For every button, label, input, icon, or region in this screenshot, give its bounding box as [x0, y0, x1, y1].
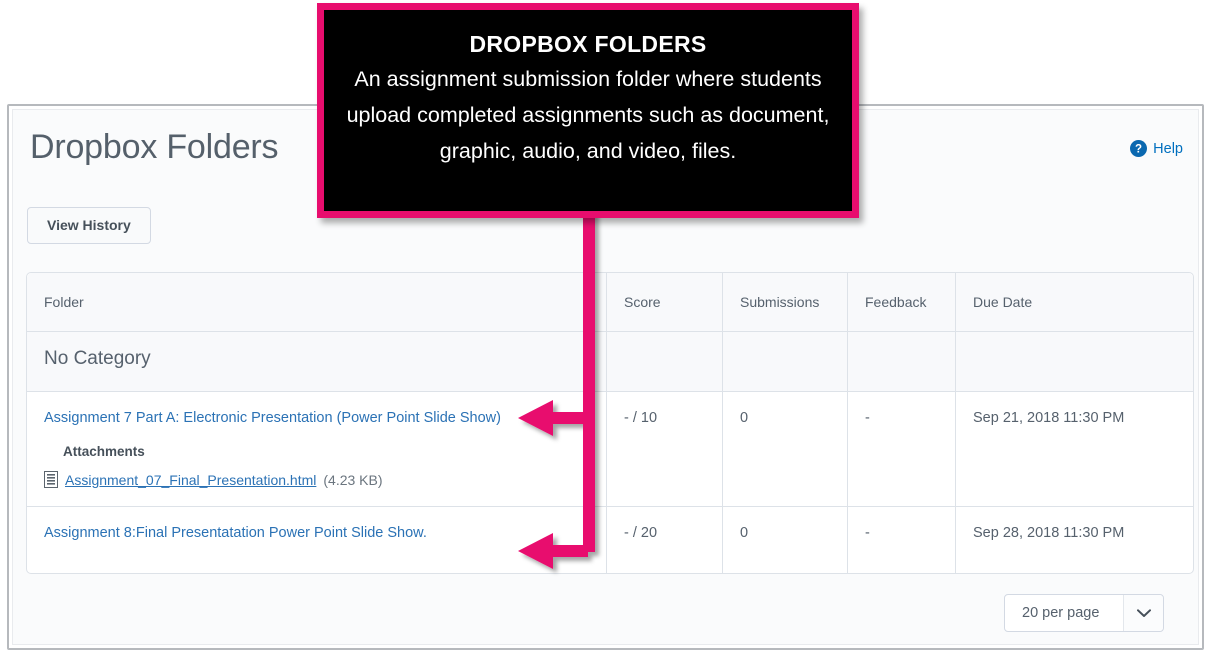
category-empty-score — [606, 332, 722, 392]
attachment-item: Assignment_07_Final_Presentation.html (4… — [44, 471, 606, 488]
table-header: Folder Score Submissions Feedback Due Da… — [27, 273, 1193, 332]
feedback-cell: - — [847, 507, 955, 573]
column-header-feedback[interactable]: Feedback — [847, 273, 955, 332]
feedback-cell: - — [847, 392, 955, 507]
submissions-cell: 0 — [722, 507, 847, 573]
callout-title: DROPBOX FOLDERS — [469, 31, 707, 57]
attachments-label: Attachments — [63, 444, 145, 459]
score-cell: - / 20 — [606, 507, 722, 573]
folder-cell: Assignment 8:Final Presentatation Power … — [27, 507, 606, 573]
svg-text:?: ? — [1135, 144, 1142, 156]
page-title: Dropbox Folders — [30, 128, 279, 166]
per-page-dropdown[interactable]: 20 per page — [1004, 594, 1164, 632]
attachments-block: Attachments Assignment_07_Final_Presenta… — [44, 444, 606, 488]
category-empty-due-date — [955, 332, 1193, 392]
category-empty-feedback — [847, 332, 955, 392]
folder-link[interactable]: Assignment 7 Part A: Electronic Presenta… — [44, 410, 501, 426]
submissions-cell: 0 — [722, 392, 847, 507]
due-date-cell: Sep 21, 2018 11:30 PM — [955, 392, 1193, 507]
dropbox-folders-table: Folder Score Submissions Feedback Due Da… — [26, 272, 1194, 574]
column-header-score[interactable]: Score — [606, 273, 722, 332]
table-row: Assignment 8:Final Presentatation Power … — [27, 507, 1193, 573]
folder-cell: Assignment 7 Part A: Electronic Presenta… — [27, 392, 606, 507]
due-date-cell: Sep 28, 2018 11:30 PM — [955, 507, 1193, 573]
category-label: No Category — [27, 332, 606, 392]
help-link[interactable]: ? Help — [1130, 140, 1183, 157]
callout-box: DROPBOX FOLDERS An assignment submission… — [317, 3, 859, 218]
per-page-label: 20 per page — [1022, 605, 1100, 621]
attachment-link[interactable]: Assignment_07_Final_Presentation.html — [65, 472, 316, 488]
column-header-folder[interactable]: Folder — [27, 273, 606, 332]
table-header-row: Folder Score Submissions Feedback Due Da… — [27, 273, 1193, 332]
column-header-due-date[interactable]: Due Date — [955, 273, 1193, 332]
table-body: No Category Assignment 7 Part A: Electro… — [27, 332, 1193, 573]
view-history-button[interactable]: View History — [27, 207, 151, 244]
chevron-down-icon[interactable] — [1123, 595, 1163, 631]
folder-link[interactable]: Assignment 8:Final Presentatation Power … — [44, 525, 427, 541]
callout-body: An assignment submission folder where st… — [346, 66, 830, 163]
attachment-size: (4.23 KB) — [323, 471, 383, 488]
help-label: Help — [1153, 140, 1183, 157]
table-row: Assignment 7 Part A: Electronic Presenta… — [27, 392, 1193, 507]
question-circle-icon: ? — [1130, 140, 1148, 157]
category-empty-submissions — [722, 332, 847, 392]
category-row: No Category — [27, 332, 1193, 392]
column-header-submissions[interactable]: Submissions — [722, 273, 847, 332]
screenshot-root: Dropbox Folders ? Help View History Fold… — [0, 0, 1212, 662]
score-cell: - / 10 — [606, 392, 722, 507]
document-icon — [44, 471, 58, 488]
